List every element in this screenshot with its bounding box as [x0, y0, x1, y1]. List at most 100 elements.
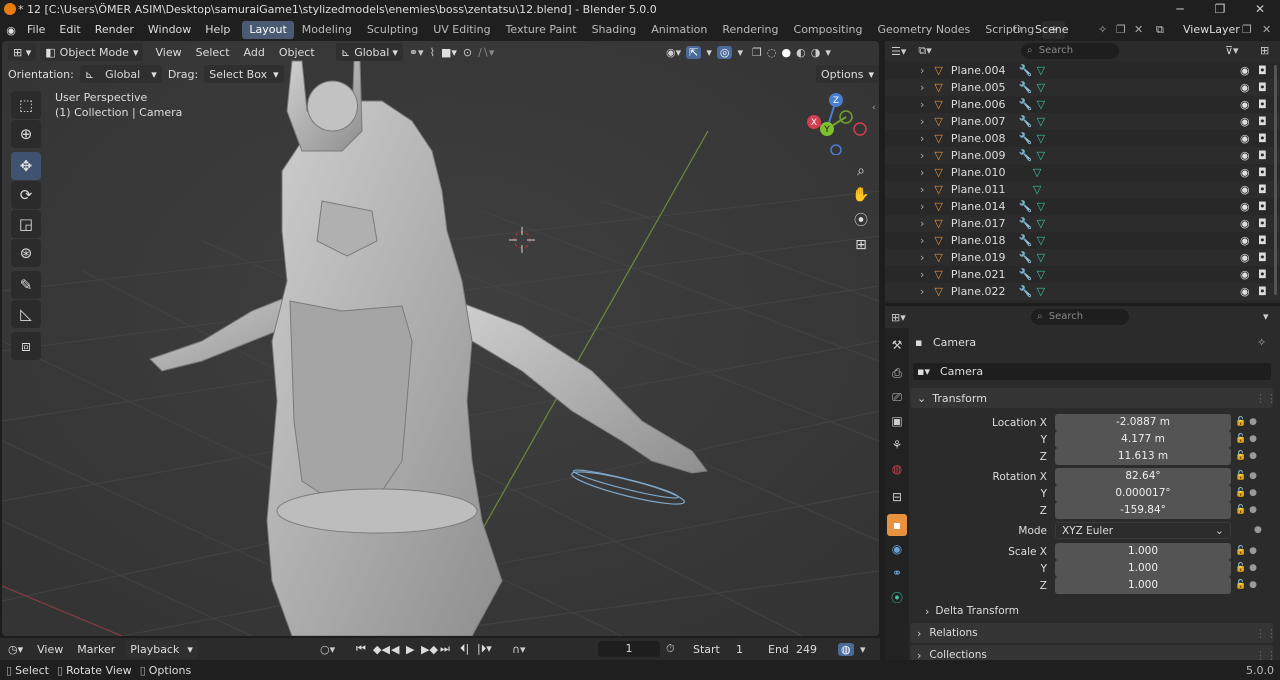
playback-dropdown[interactable]: Playback ▾: [125, 640, 198, 658]
timeline-menu-marker[interactable]: Marker: [77, 643, 115, 656]
copy-viewlayer-icon[interactable]: ❐: [1242, 23, 1252, 36]
tab-rendering[interactable]: Rendering: [715, 21, 785, 39]
camera-view-icon[interactable]: ⦿: [850, 209, 872, 231]
rotation-mode-dropdown[interactable]: XYZ Euler ⌄: [1055, 522, 1231, 539]
pivot-icon[interactable]: ⚭▾: [409, 46, 424, 59]
list-item[interactable]: › ▽ Plane.021 🔧 ▽ ◉ ◘: [885, 266, 1280, 283]
render-camera-icon[interactable]: ◘: [1258, 166, 1267, 179]
list-item[interactable]: › ▽ Plane.007 🔧 ▽ ◉ ◘: [885, 113, 1280, 130]
visibility-eye-icon[interactable]: ◉: [1240, 81, 1250, 94]
properties-search-input[interactable]: ⌕ Search: [1031, 309, 1129, 325]
lock-icon[interactable]: 🔓 ●: [1235, 577, 1275, 594]
transform-panel-header[interactable]: ⌄ Transform ⋮⋮: [911, 388, 1277, 408]
viewlayer-selector[interactable]: ViewLayer: [1183, 23, 1240, 36]
rotation-z-field[interactable]: -159.84°: [1055, 502, 1231, 519]
pin-icon[interactable]: ✧: [1257, 336, 1266, 349]
view-layer-tab-icon[interactable]: ▣: [887, 410, 907, 432]
chevron-down-icon[interactable]: ▾: [825, 46, 831, 59]
transform-orientation-dropdown[interactable]: ⊾ Global ▾: [336, 43, 403, 61]
menu-object[interactable]: Object: [279, 46, 315, 59]
perspective-grid-icon[interactable]: ⊞: [850, 234, 872, 256]
jump-start-icon[interactable]: ⏮: [356, 642, 366, 656]
lock-icon[interactable]: 🔓 ●: [1235, 414, 1275, 431]
visibility-eye-icon[interactable]: ◉: [1240, 115, 1250, 128]
play-icon[interactable]: ▶: [406, 643, 414, 656]
menu-edit[interactable]: Edit: [52, 19, 87, 41]
render-camera-icon[interactable]: ◘: [1258, 132, 1267, 145]
scale-x-field[interactable]: 1.000: [1055, 543, 1231, 560]
timeline-menu-view[interactable]: View: [37, 643, 63, 656]
blender-menu-icon[interactable]: ◉: [2, 24, 20, 37]
pin-icon[interactable]: ✧: [1098, 23, 1107, 36]
orientation-dropdown[interactable]: ⊾ Global ▾: [79, 65, 162, 83]
visibility-icon[interactable]: ◉▾: [666, 46, 681, 59]
location-x-field[interactable]: -2.0887 m: [1055, 414, 1231, 431]
prev-marker-icon[interactable]: ⏴|: [460, 642, 469, 656]
render-camera-icon[interactable]: ◘: [1258, 115, 1267, 128]
visibility-eye-icon[interactable]: ◉: [1240, 183, 1250, 196]
zoom-icon[interactable]: ⌕: [850, 160, 872, 182]
list-item[interactable]: › ▽ Plane.019 🔧 ▽ ◉ ◘: [885, 249, 1280, 266]
stopwatch-icon[interactable]: ⏱: [666, 642, 675, 656]
list-item[interactable]: › ▽ Plane.022 🔧 ▽ ◉ ◘: [885, 283, 1280, 300]
close-scene-icon[interactable]: ✕: [1134, 23, 1143, 36]
visibility-eye-icon[interactable]: ◉: [1240, 217, 1250, 230]
sidebar-toggle-icon[interactable]: ‹: [872, 103, 876, 113]
render-camera-icon[interactable]: ◘: [1258, 98, 1267, 111]
menu-window[interactable]: Window: [141, 19, 198, 41]
object-mode-dropdown[interactable]: ◧ Object Mode ▾: [40, 43, 144, 61]
maximize-button[interactable]: ❐: [1200, 0, 1240, 19]
list-item[interactable]: › ▽ Plane.011 ▽ ◉ ◘: [885, 181, 1280, 198]
list-item[interactable]: › ▽ Plane.005 🔧 ▽ ◉ ◘: [885, 79, 1280, 96]
render-camera-icon[interactable]: ◘: [1258, 64, 1267, 77]
start-frame-field[interactable]: 1: [736, 643, 743, 656]
list-item[interactable]: › ▽ Plane.006 🔧 ▽ ◉ ◘: [885, 96, 1280, 113]
list-item[interactable]: › ▽ Plane.017 🔧 ▽ ◉ ◘: [885, 215, 1280, 232]
relations-panel-header[interactable]: › Relations ⋮⋮: [911, 623, 1277, 643]
outliner-scrollbar[interactable]: [1274, 65, 1277, 295]
close-viewlayer-icon[interactable]: ✕: [1262, 23, 1271, 36]
menu-view[interactable]: View: [155, 46, 181, 59]
render-camera-icon[interactable]: ◘: [1258, 81, 1267, 94]
scene-tab-icon[interactable]: ⚘: [887, 434, 907, 456]
physics-tab-icon[interactable]: ◉: [887, 538, 907, 560]
tab-uv-editing[interactable]: UV Editing: [426, 21, 497, 39]
rotation-y-field[interactable]: 0.000017°: [1055, 485, 1231, 502]
visibility-eye-icon[interactable]: ◉: [1240, 200, 1250, 213]
list-item[interactable]: › ▽ Plane.009 🔧 ▽ ◉ ◘: [885, 147, 1280, 164]
render-camera-icon[interactable]: ◘: [1258, 268, 1267, 281]
next-marker-icon[interactable]: |⏵▾: [477, 642, 492, 656]
visibility-eye-icon[interactable]: ◉: [1240, 268, 1250, 281]
collections-panel-header[interactable]: › Collections ⋮⋮: [911, 645, 1277, 660]
drag-handle-icon[interactable]: ⋮⋮: [1255, 392, 1277, 405]
scale-z-field[interactable]: 1.000: [1055, 577, 1231, 594]
lock-icon[interactable]: 🔓 ●: [1235, 431, 1275, 448]
annotate-tool[interactable]: ✎: [11, 271, 41, 299]
keying-icon[interactable]: ○▾: [320, 643, 335, 656]
tab-geometry-nodes[interactable]: Geometry Nodes: [870, 21, 977, 39]
render-camera-icon[interactable]: ◘: [1258, 149, 1267, 162]
scene-selector[interactable]: Scene: [1035, 23, 1095, 36]
drag-handle-icon[interactable]: ⋮⋮: [1255, 627, 1277, 640]
object-name-field[interactable]: ▪▾ Camera: [913, 363, 1271, 380]
object-tab-icon[interactable]: ▪: [887, 514, 907, 536]
editor-type-button[interactable]: ◷▾: [8, 643, 23, 656]
navigation-gizmo[interactable]: Z X Y: [802, 91, 874, 155]
cursor-tool[interactable]: ⊕: [11, 120, 41, 148]
tab-layout[interactable]: Layout: [242, 21, 294, 39]
constraints-tab-icon[interactable]: ⚭: [887, 562, 907, 584]
render-camera-icon[interactable]: ◘: [1258, 183, 1267, 196]
current-frame-field[interactable]: 1: [598, 641, 660, 657]
collection-tab-icon[interactable]: ⊟: [887, 486, 907, 508]
xray-icon[interactable]: ❐: [752, 46, 762, 59]
filter-icon[interactable]: ⊽▾: [1225, 44, 1239, 57]
chevron-down-icon[interactable]: ▾: [1263, 310, 1269, 323]
select-box-tool[interactable]: ⬚: [11, 91, 41, 119]
drag-dropdown[interactable]: Select Box ▾: [204, 65, 284, 83]
prev-keyframe-icon[interactable]: ◆◀: [373, 643, 390, 656]
scale-y-field[interactable]: 1.000: [1055, 560, 1231, 577]
list-item[interactable]: › ▽ Plane.018 🔧 ▽ ◉ ◘: [885, 232, 1280, 249]
shading-solid-icon[interactable]: ●: [782, 46, 792, 59]
editor-type-button[interactable]: ☰▾: [891, 45, 906, 58]
world-tab-icon[interactable]: ◍: [887, 458, 907, 480]
